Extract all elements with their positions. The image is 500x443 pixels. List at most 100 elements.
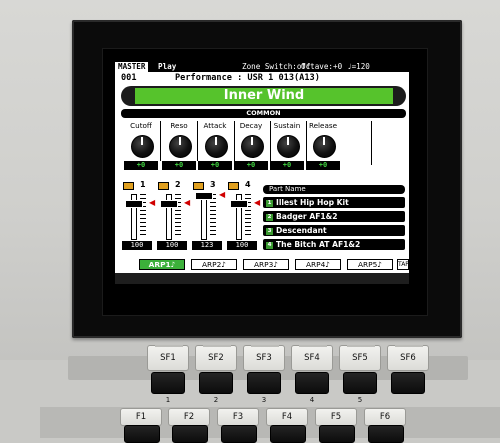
part-list-item[interactable]: 1 Illest Hip Hop Kit bbox=[263, 197, 405, 208]
performance-label: Performance : USR 1 013(A13) bbox=[175, 73, 320, 83]
knob-value: +0 bbox=[234, 161, 268, 170]
sf1-label: SF1 bbox=[147, 345, 189, 371]
divider bbox=[371, 121, 372, 165]
led-indicator bbox=[203, 345, 231, 347]
sf5-button[interactable] bbox=[343, 372, 377, 394]
knob-label: Decay bbox=[239, 121, 263, 130]
slider-handle[interactable] bbox=[160, 200, 178, 209]
sf6-button[interactable] bbox=[391, 372, 425, 394]
sf2-button[interactable] bbox=[199, 372, 233, 394]
knob-attack[interactable]: Attack +0 bbox=[197, 121, 233, 177]
knob-dial-icon bbox=[241, 135, 264, 158]
tab-play[interactable]: Play bbox=[158, 62, 176, 72]
knob-value: +0 bbox=[124, 161, 158, 170]
sf3-button[interactable] bbox=[247, 372, 281, 394]
led-indicator bbox=[251, 345, 279, 347]
level-marker-icon: ◀ bbox=[149, 198, 156, 208]
knob-sustain[interactable]: Sustain +0 bbox=[269, 121, 305, 177]
part-slider-3[interactable]: 3 ◀ 123 bbox=[191, 180, 225, 252]
slider-handle[interactable] bbox=[125, 200, 143, 209]
f3-label: F3 bbox=[217, 408, 259, 426]
performance-name-bar[interactable]: Inner Wind bbox=[121, 86, 406, 106]
knob-dial-icon bbox=[277, 135, 300, 158]
knob-decay[interactable]: Decay +0 bbox=[233, 121, 269, 177]
f5-button[interactable] bbox=[319, 425, 355, 443]
slider-track bbox=[201, 194, 207, 240]
sf-number: 2 bbox=[213, 396, 219, 404]
slider-scale bbox=[210, 194, 216, 238]
part-badge: 4 bbox=[266, 241, 273, 249]
tab-master[interactable]: MASTER bbox=[115, 62, 149, 72]
part-slider-2[interactable]: 2 ◀ 100 bbox=[156, 180, 190, 252]
f1-label: F1 bbox=[120, 408, 162, 426]
status-header: MASTER Play Zone Switch:off Octave:+0 ♩=… bbox=[115, 62, 409, 72]
knob-reso[interactable]: Reso +0 bbox=[161, 121, 197, 177]
knob-label: Sustain bbox=[273, 121, 301, 130]
arp2-button[interactable]: ARP2♪ bbox=[191, 259, 237, 270]
sf3-label: SF3 bbox=[243, 345, 285, 371]
led-indicator bbox=[347, 345, 375, 347]
sf6-label: SF6 bbox=[387, 345, 429, 371]
arp-button-row: ARP1♪ ARP2♪ ARP3♪ ARP4♪ ARP5♪ TAP bbox=[139, 259, 409, 271]
part-list-item[interactable]: 3 Descendant bbox=[263, 225, 405, 236]
knob-release[interactable]: Release +0 bbox=[305, 121, 341, 177]
part-list-header: Part Name bbox=[263, 185, 405, 194]
f2-button[interactable] bbox=[172, 425, 208, 443]
part-level-sliders: 1 ◀ 100 2 ◀ 100 3 ◀ 123 4 ◀ 100 bbox=[121, 180, 261, 252]
part-slider-4[interactable]: 4 ◀ 100 bbox=[226, 180, 260, 252]
sf-number: 5 bbox=[357, 396, 363, 404]
tap-button[interactable]: TAP bbox=[397, 259, 409, 270]
knob-label: Cutoff bbox=[130, 121, 152, 130]
common-section-label: COMMON bbox=[121, 109, 406, 118]
led-indicator bbox=[395, 345, 423, 347]
f4-button[interactable] bbox=[270, 425, 306, 443]
sf2-label: SF2 bbox=[195, 345, 237, 371]
part-list-item[interactable]: 4 The Bitch AT AF1&2 bbox=[263, 239, 405, 250]
part-name: Illest Hip Hop Kit bbox=[276, 198, 349, 207]
f4-label: F4 bbox=[266, 408, 308, 426]
arp1-button[interactable]: ARP1♪ bbox=[139, 259, 185, 270]
arp5-button[interactable]: ARP5♪ bbox=[347, 259, 393, 270]
led-indicator bbox=[299, 345, 327, 347]
part-list-item[interactable]: 2 Badger AF1&2 bbox=[263, 211, 405, 222]
part-badge: 2 bbox=[266, 213, 273, 221]
arp4-button[interactable]: ARP4♪ bbox=[295, 259, 341, 270]
knob-row: Cutoff +0 Reso +0 Attack +0 Decay +0 Sus… bbox=[123, 121, 371, 177]
arp3-button[interactable]: ARP3♪ bbox=[243, 259, 289, 270]
performance-number: 001 bbox=[121, 73, 137, 83]
knob-value: +0 bbox=[198, 161, 232, 170]
part-number: 2 bbox=[175, 180, 181, 189]
level-marker-icon: ◀ bbox=[184, 198, 191, 208]
sf-number: 1 bbox=[165, 396, 171, 404]
part-level-value: 100 bbox=[227, 241, 257, 250]
f6-button[interactable] bbox=[368, 425, 404, 443]
knob-dial-icon bbox=[131, 135, 154, 158]
performance-name: Inner Wind bbox=[135, 88, 393, 104]
knob-label: Release bbox=[308, 121, 338, 130]
part-flag-icon bbox=[158, 182, 169, 190]
f6-label: F6 bbox=[364, 408, 406, 426]
slider-handle[interactable] bbox=[230, 200, 248, 209]
knob-value: +0 bbox=[306, 161, 340, 170]
level-marker-icon: ◀ bbox=[219, 190, 226, 200]
f3-button[interactable] bbox=[221, 425, 257, 443]
f1-button[interactable] bbox=[124, 425, 160, 443]
sf4-label: SF4 bbox=[291, 345, 333, 371]
f5-label: F5 bbox=[315, 408, 357, 426]
part-level-value: 123 bbox=[192, 241, 222, 250]
sf-number: 3 bbox=[261, 396, 267, 404]
octave-status: Octave:+0 bbox=[301, 62, 343, 71]
sf4-button[interactable] bbox=[295, 372, 329, 394]
level-marker-icon: ◀ bbox=[254, 198, 261, 208]
sf1-button[interactable] bbox=[151, 372, 185, 394]
knob-value: +0 bbox=[270, 161, 304, 170]
part-number: 3 bbox=[210, 180, 216, 189]
led-indicator bbox=[155, 345, 183, 347]
part-slider-1[interactable]: 1 ◀ 100 bbox=[121, 180, 155, 252]
screen-bottom-edge bbox=[115, 273, 409, 284]
part-number: 1 bbox=[140, 180, 146, 189]
part-flag-icon bbox=[123, 182, 134, 190]
knob-cutoff[interactable]: Cutoff +0 bbox=[123, 121, 159, 177]
part-number: 4 bbox=[245, 180, 251, 189]
slider-handle[interactable] bbox=[195, 192, 213, 201]
